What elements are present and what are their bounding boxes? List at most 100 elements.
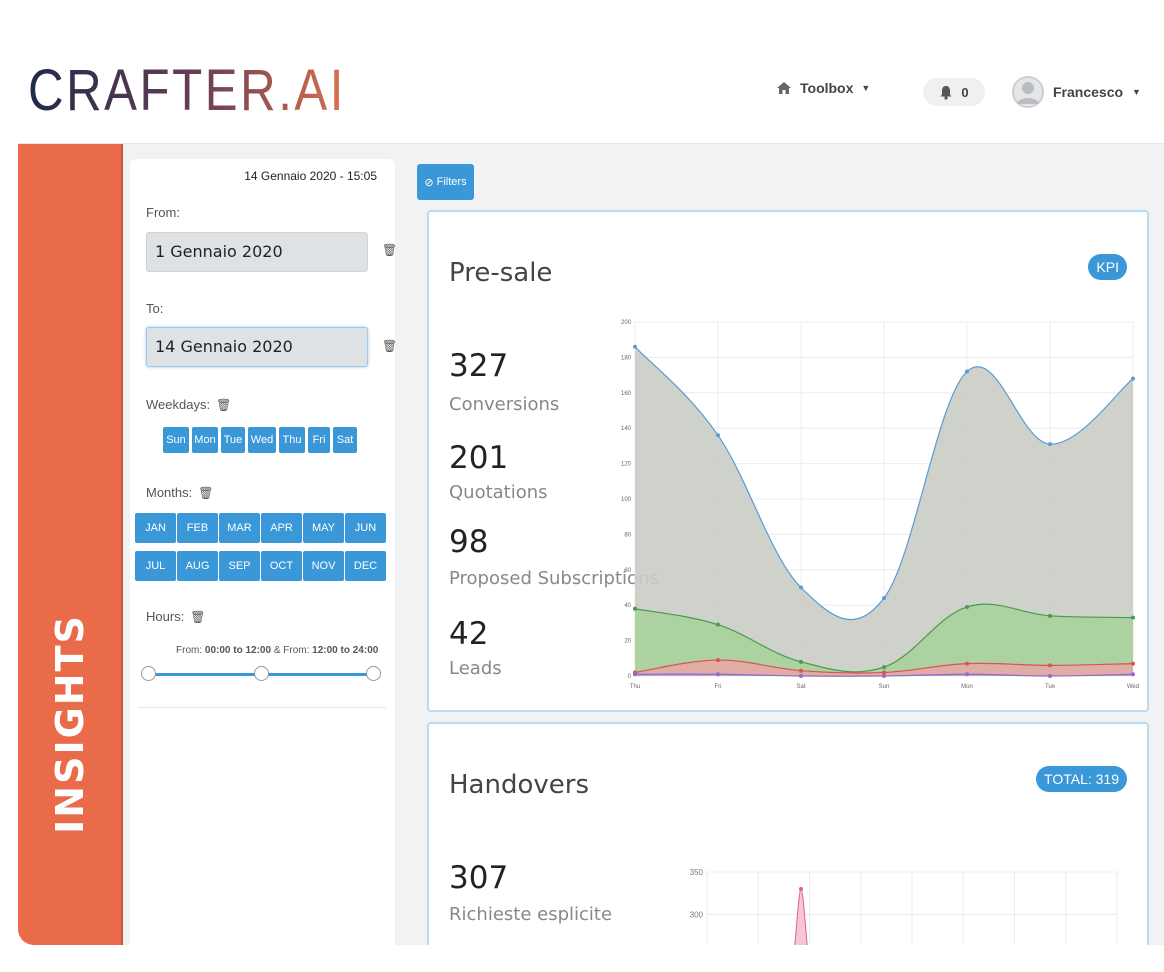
trash-icon[interactable]: 🗑 [382, 243, 397, 257]
months-label: Months: 🗑 [146, 485, 214, 500]
kpi-value: 327 [449, 348, 509, 384]
divider [138, 707, 386, 708]
data-point [882, 665, 886, 670]
app-frame: CRAFTER.AI Toolbox ▼ 0 Francesco ▼ INSIG… [18, 40, 1164, 945]
data-point [799, 668, 803, 673]
data-point [633, 672, 637, 677]
kpi-value: 42 [449, 616, 489, 652]
kpi-value: 98 [449, 524, 489, 560]
data-point [882, 674, 886, 678]
user-name: Francesco [1053, 84, 1124, 100]
weekday-chip-sun[interactable]: Sun [163, 427, 189, 453]
handovers-area-chart: 350 300 [690, 868, 1118, 945]
weekdays-label: Weekdays: 🗑 [146, 397, 232, 412]
hours-slider-handle-start[interactable] [141, 666, 156, 681]
data-point [1131, 672, 1135, 677]
weekday-chip-mon[interactable]: Mon [192, 427, 218, 453]
month-chip-aug[interactable]: AUG [177, 551, 218, 581]
hours-slider-handle-end[interactable] [366, 666, 381, 681]
notifications-button[interactable]: 0 [923, 78, 985, 106]
y-tick-label: 0 [628, 674, 632, 680]
current-timestamp: 14 Gennaio 2020 - 15:05 [244, 169, 377, 183]
chevron-down-icon: ▼ [1132, 87, 1141, 97]
kpi-label: Conversions [449, 394, 560, 415]
home-icon [777, 82, 791, 94]
data-point [882, 596, 886, 601]
side-label: INSIGHTS [48, 614, 92, 834]
y-tick-label: 20 [624, 639, 631, 645]
kpi-label: Quotations [449, 482, 548, 503]
filter-panel: 14 Gennaio 2020 - 15:05 From: 1 Gennaio … [130, 159, 397, 945]
month-chip-feb[interactable]: FEB [177, 513, 218, 543]
data-point [716, 658, 720, 663]
total-badge[interactable]: TOTAL: 319 [1036, 766, 1127, 792]
filters-button[interactable]: ⊘ Filters [417, 164, 474, 200]
trash-icon[interactable]: 🗑 [382, 339, 397, 353]
handovers-card: Handovers TOTAL: 319 307 Richieste espli… [427, 722, 1149, 945]
y-tick-label: 200 [621, 320, 632, 326]
data-point [716, 433, 720, 438]
month-chip-jul[interactable]: JUL [135, 551, 176, 581]
trash-icon[interactable]: 🗑 [198, 486, 213, 500]
data-point [1048, 442, 1052, 447]
trash-icon[interactable]: 🗑 [216, 398, 231, 412]
month-chip-nov[interactable]: NOV [303, 551, 344, 581]
data-point [799, 887, 803, 891]
hours-range-text: From: 00:00 to 12:00 & From: 12:00 to 24… [176, 645, 379, 656]
month-chip-oct[interactable]: OCT [261, 551, 302, 581]
month-chip-jan[interactable]: JAN [135, 513, 176, 543]
data-point [965, 672, 969, 677]
hours-label: Hours: 🗑 [146, 609, 206, 624]
weekday-chip-wed[interactable]: Wed [248, 427, 276, 453]
from-date-input[interactable]: 1 Gennaio 2020 [146, 232, 368, 272]
x-tick-label: Sun [879, 684, 890, 690]
crafter-ai-logo[interactable]: CRAFTER.AI [28, 58, 348, 118]
y-tick-label: 120 [621, 462, 632, 468]
month-chip-apr[interactable]: APR [261, 513, 302, 543]
data-point [716, 672, 720, 677]
avatar-icon [1012, 76, 1044, 108]
x-tick-label: Tue [1045, 684, 1056, 690]
month-chip-dec[interactable]: DEC [345, 551, 386, 581]
kpi-value: 307 [449, 860, 509, 896]
y-tick-label: 350 [690, 868, 704, 877]
trash-icon[interactable]: 🗑 [190, 610, 205, 624]
handovers-title: Handovers [449, 770, 589, 800]
from-label: From: [146, 205, 180, 220]
weekday-chip-tue[interactable]: Tue [221, 427, 245, 453]
kpi-label: Richieste esplicite [449, 904, 613, 925]
data-point [716, 622, 720, 627]
bell-icon [940, 85, 952, 100]
y-tick-label: 180 [621, 355, 632, 361]
data-point [1131, 661, 1135, 666]
data-point [633, 344, 637, 349]
data-point [965, 369, 969, 374]
month-chip-sep[interactable]: SEP [219, 551, 260, 581]
y-tick-label: 140 [621, 426, 632, 432]
to-date-input[interactable]: 14 Gennaio 2020 [146, 327, 368, 367]
to-label: To: [146, 301, 164, 316]
user-menu[interactable]: Francesco ▼ [1012, 76, 1141, 108]
filter-icon: ⊘ [424, 176, 434, 189]
x-tick-label: Sat [796, 684, 805, 690]
data-point [965, 661, 969, 666]
weekday-chip-fri[interactable]: Fri [308, 427, 330, 453]
x-tick-label: Mon [961, 684, 973, 690]
x-tick-label: Wed [1127, 684, 1139, 690]
series-area-0 [794, 888, 808, 945]
y-tick-label: 160 [621, 391, 632, 397]
data-point [882, 670, 886, 675]
presale-area-chart: 0 20 40 60 80 100 120 140 160 180 200 Thu Fri Sat Sun M… [621, 320, 1139, 690]
kpi-badge[interactable]: KPI [1088, 254, 1127, 280]
toolbox-label: Toolbox [800, 80, 854, 96]
weekday-chip-sat[interactable]: Sat [333, 427, 357, 453]
hours-slider-handle-middle[interactable] [254, 666, 269, 681]
weekday-chip-thu[interactable]: Thu [279, 427, 305, 453]
logo-text: CRAFTER.AI [28, 58, 346, 118]
data-point [799, 659, 803, 664]
toolbox-menu[interactable]: Toolbox ▼ [776, 80, 870, 96]
data-point [965, 604, 969, 609]
month-chip-jun[interactable]: JUN [345, 513, 386, 543]
month-chip-mar[interactable]: MAR [219, 513, 260, 543]
month-chip-may[interactable]: MAY [303, 513, 344, 543]
